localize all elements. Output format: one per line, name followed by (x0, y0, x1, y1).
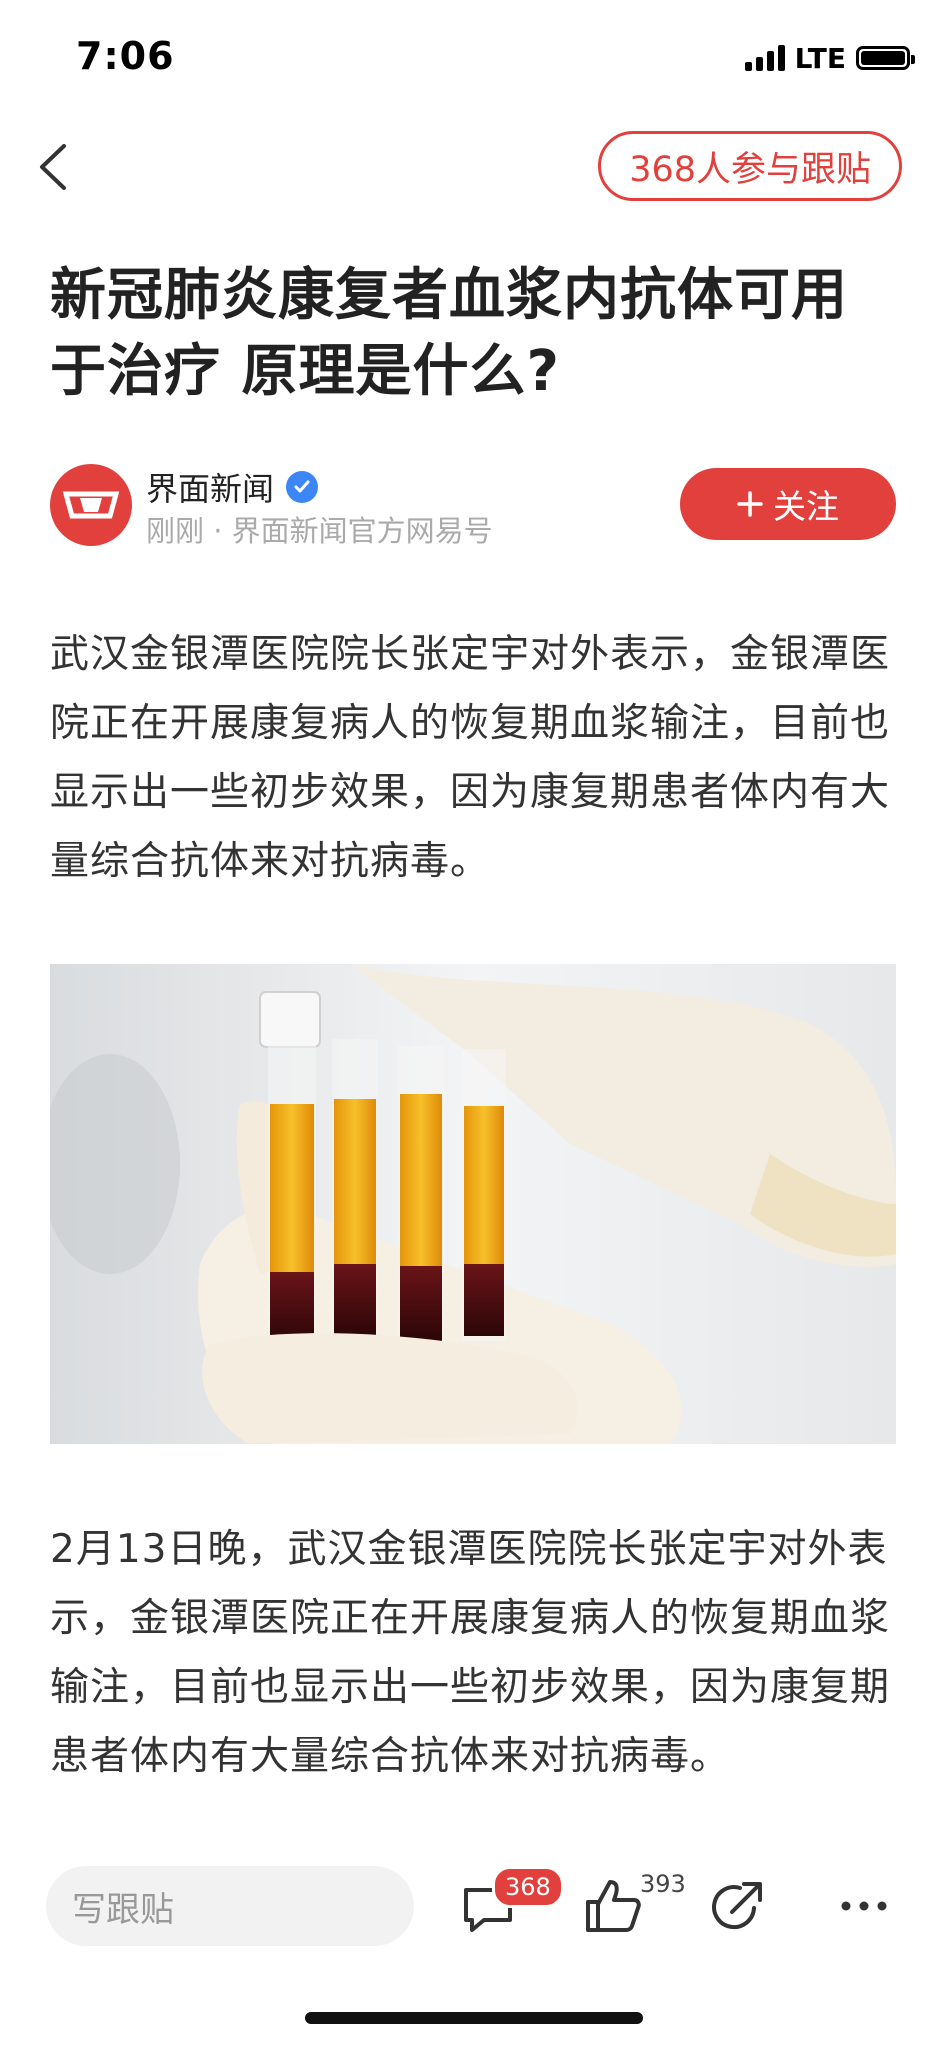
article-image[interactable] (50, 964, 896, 1444)
status-icons: LTE (744, 40, 915, 76)
signal-icon (744, 45, 785, 71)
battery-icon (856, 46, 915, 70)
like-count: 393 (640, 1870, 686, 1898)
author-name[interactable]: 界面新闻 (146, 464, 274, 510)
article-title-line: 于治疗 原理是什么? (50, 339, 560, 404)
article-title-line: 新冠肺炎康复者血浆内抗体可用 (50, 263, 848, 328)
plus-icon (737, 491, 763, 517)
article-paragraph: 武汉金银潭医院院长张定宇对外表示，金银潭医院正在开展康复病人的恢复期血浆输注，目… (50, 632, 891, 884)
comment-count-badge: 368 (492, 1866, 564, 1908)
more-icon[interactable] (832, 1874, 896, 1938)
write-comment-input[interactable]: 写跟贴 (46, 1866, 414, 1946)
thumbs-up-icon[interactable] (580, 1874, 644, 1938)
author-name-row[interactable]: 界面新闻 (146, 464, 319, 510)
comment-count-button[interactable]: 368人参与跟贴 (598, 131, 902, 201)
status-time: 7:06 (76, 34, 175, 78)
follow-button[interactable]: 关注 (680, 468, 896, 540)
follow-label: 关注 (773, 487, 839, 526)
author-meta: 刚刚 · 界面新闻官方网易号 (146, 514, 493, 548)
verified-icon (286, 471, 319, 503)
share-icon[interactable] (706, 1874, 770, 1938)
network-label: LTE (794, 41, 846, 75)
article-title: 新冠肺炎康复者血浆内抗体可用 于治疗 原理是什么? (50, 258, 896, 410)
publisher-logo-icon (62, 491, 120, 519)
article-paragraph: 2月13日晚，武汉金银潭医院院长张定宇对外表示，金银潭医院正在开展康复病人的恢复… (50, 1527, 891, 1779)
home-indicator[interactable] (305, 2012, 643, 2024)
blood-plasma-tubes-image (50, 964, 896, 1444)
back-arrow-icon[interactable] (34, 140, 74, 194)
author-avatar[interactable] (50, 464, 132, 546)
